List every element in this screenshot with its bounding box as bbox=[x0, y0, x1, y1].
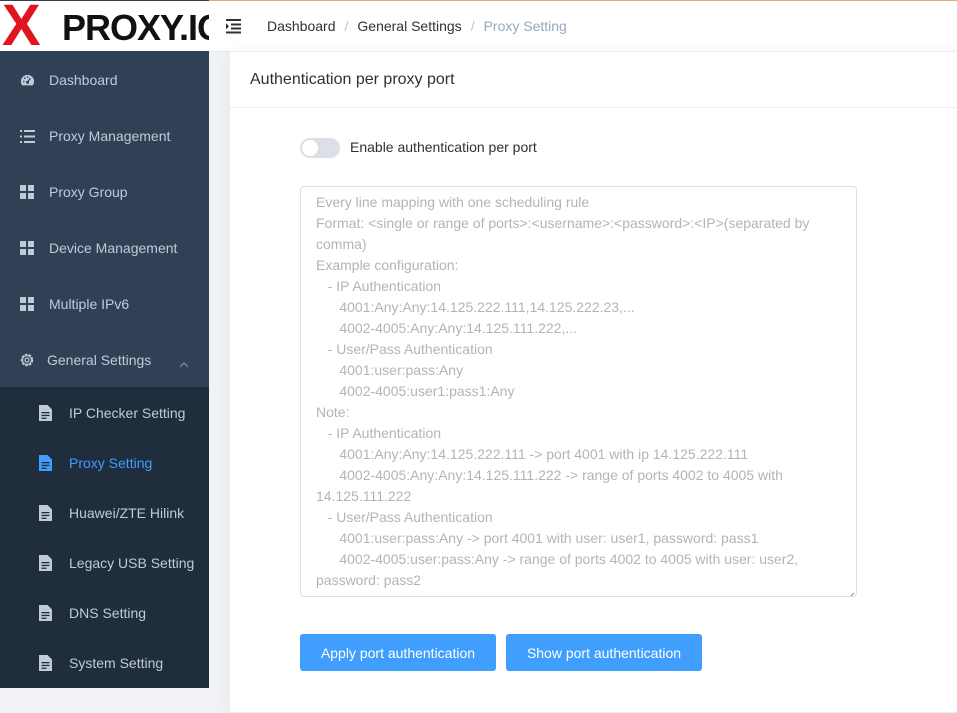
sidebar-item-general-settings[interactable]: General Settings bbox=[0, 332, 209, 388]
sidebar-toggle-icon[interactable] bbox=[226, 18, 244, 34]
submenu-item-label: System Setting bbox=[69, 655, 164, 671]
sidebar-item-label: Dashboard bbox=[49, 72, 118, 88]
breadcrumb-separator: / bbox=[470, 18, 475, 34]
breadcrumb: Dashboard / General Settings / Proxy Set… bbox=[267, 17, 567, 35]
apply-port-authentication-button[interactable]: Apply port authentication bbox=[300, 634, 496, 671]
document-icon bbox=[39, 505, 53, 521]
logo[interactable]: X PROXY.IO bbox=[0, 1, 209, 51]
authentication-card: Authentication per proxy port Enable aut… bbox=[229, 51, 957, 713]
submenu-item-ip-checker-setting[interactable]: IP Checker Setting bbox=[0, 388, 209, 438]
sidebar: X PROXY.IO Dashboard Proxy Management Pr… bbox=[0, 0, 209, 688]
breadcrumb-proxy-setting: Proxy Setting bbox=[483, 18, 567, 34]
sidebar-item-label: Multiple IPv6 bbox=[49, 296, 130, 312]
submenu-item-legacy-usb-setting[interactable]: Legacy USB Setting bbox=[0, 538, 209, 588]
document-icon bbox=[39, 405, 53, 421]
chevron-up-icon bbox=[179, 355, 189, 371]
grid-icon bbox=[19, 184, 35, 200]
submenu-item-label: Huawei/ZTE Hilink bbox=[69, 505, 185, 521]
enable-authentication-toggle[interactable] bbox=[300, 138, 340, 158]
sidebar-item-dashboard[interactable]: Dashboard bbox=[0, 52, 209, 108]
sidebar-item-device-management[interactable]: Device Management bbox=[0, 220, 209, 276]
submenu-item-label: Legacy USB Setting bbox=[69, 555, 195, 571]
document-icon bbox=[39, 655, 53, 671]
sidebar-item-label: Device Management bbox=[49, 240, 178, 256]
textarea-placeholder: Every line mapping with one scheduling r… bbox=[316, 194, 810, 588]
sidebar-item-multiple-ipv6[interactable]: Multiple IPv6 bbox=[0, 276, 209, 332]
logo-text: PROXY.IO bbox=[62, 7, 209, 48]
resize-handle-icon[interactable] bbox=[847, 587, 855, 596]
show-port-authentication-button[interactable]: Show port authentication bbox=[506, 634, 702, 671]
breadcrumb-general-settings[interactable]: General Settings bbox=[357, 17, 461, 35]
submenu-item-system-setting[interactable]: System Setting bbox=[0, 638, 209, 688]
submenu-item-label: IP Checker Setting bbox=[69, 405, 186, 421]
sidebar-item-label: Proxy Group bbox=[49, 184, 128, 200]
toggle-knob bbox=[302, 140, 318, 156]
submenu-item-label: DNS Setting bbox=[69, 605, 147, 621]
submenu-item-proxy-setting[interactable]: Proxy Setting bbox=[0, 438, 209, 488]
gear-icon bbox=[19, 352, 35, 368]
submenu-item-huawei-zte-hilink[interactable]: Huawei/ZTE Hilink bbox=[0, 488, 209, 538]
grid-icon bbox=[19, 240, 35, 256]
authentication-rules-textarea[interactable]: Every line mapping with one scheduling r… bbox=[300, 186, 857, 597]
sidebar-item-label: Proxy Management bbox=[49, 128, 171, 144]
submenu-item-dns-setting[interactable]: DNS Setting bbox=[0, 588, 209, 638]
logo-letter: X bbox=[2, 1, 41, 51]
card-title: Authentication per proxy port bbox=[230, 52, 957, 108]
submenu-item-label: Proxy Setting bbox=[69, 455, 153, 471]
breadcrumb-separator: / bbox=[344, 18, 349, 34]
breadcrumb-dashboard[interactable]: Dashboard bbox=[267, 17, 336, 35]
sidebar-item-proxy-management[interactable]: Proxy Management bbox=[0, 108, 209, 164]
header: Dashboard / General Settings / Proxy Set… bbox=[209, 1, 957, 52]
sidebar-item-proxy-group[interactable]: Proxy Group bbox=[0, 164, 209, 220]
toggle-label: Enable authentication per port bbox=[350, 139, 537, 155]
document-icon bbox=[39, 605, 53, 621]
dashboard-icon bbox=[19, 72, 35, 88]
document-icon bbox=[39, 455, 53, 471]
sidebar-item-label: General Settings bbox=[47, 352, 152, 368]
general-settings-submenu: IP Checker Setting Proxy Setting Huawei/… bbox=[0, 387, 209, 688]
list-icon bbox=[19, 128, 35, 144]
grid-icon bbox=[19, 296, 35, 312]
document-icon bbox=[39, 555, 53, 571]
